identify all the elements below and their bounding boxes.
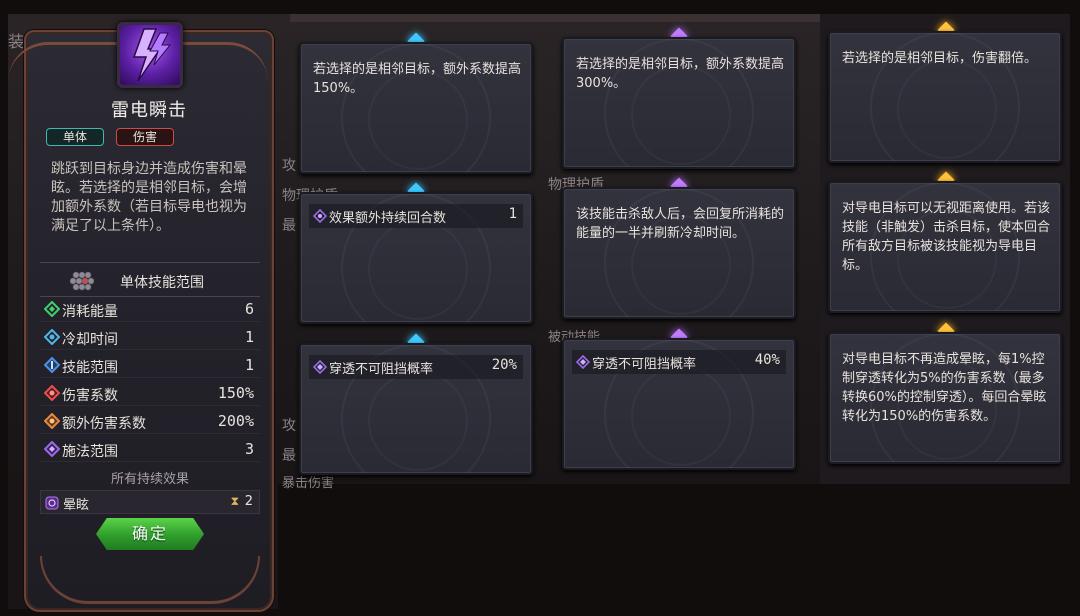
- stat-row-energy-cost: 消耗能量 6: [40, 298, 260, 322]
- skill-range-label: 单体技能范围: [120, 275, 204, 291]
- talent-card[interactable]: 穿透不可阻挡概率 20%: [299, 343, 533, 475]
- stat-label: 伤害系数: [62, 388, 118, 404]
- stat-row-cast-range: 施法范围 3: [40, 438, 260, 462]
- cast-range-icon: [43, 440, 61, 458]
- effect-turns: 2: [244, 494, 253, 509]
- panel-bottom-ornament: [40, 556, 260, 604]
- stun-icon: [45, 495, 59, 510]
- stat-row-skill-range: 技能范围 1: [40, 354, 260, 378]
- skill-description: 跳跃到目标身边并造成伤害和晕眩。若选择的是相邻目标，会增加额外系数（若目标导电也…: [51, 161, 247, 234]
- section-divider: [40, 262, 260, 263]
- damage-coefficient-icon: [43, 384, 61, 402]
- talent-stat-row: 穿透不可阻挡概率 40%: [572, 350, 786, 374]
- effect-row-stun[interactable]: 晕眩 ⧗ 2: [40, 490, 260, 514]
- energy-icon: [43, 300, 61, 318]
- stat-value: 6: [244, 300, 254, 318]
- background-label: 最: [282, 218, 296, 234]
- talent-stat-value: 1: [508, 206, 517, 222]
- talent-stat-label: 穿透不可阻挡概率: [329, 362, 434, 377]
- background-label: 最: [282, 448, 296, 464]
- stat-label: 技能范围: [62, 360, 118, 376]
- talent-stat-icon: [312, 208, 328, 224]
- extra-damage-icon: [43, 412, 61, 430]
- stat-label: 施法范围: [62, 444, 118, 460]
- talent-card[interactable]: 若选择的是相邻目标，伤害翻倍。: [828, 31, 1062, 163]
- talent-card[interactable]: 若选择的是相邻目标，额外系数提高150%。: [299, 42, 533, 174]
- lightning-skill-icon: [117, 22, 183, 88]
- stat-label: 消耗能量: [62, 304, 118, 320]
- hex-grid-icon: [69, 270, 95, 292]
- background-decor: [290, 14, 820, 22]
- talent-description: 若选择的是相邻目标，伤害翻倍。: [842, 51, 1038, 66]
- talent-description: 若选择的是相邻目标，额外系数提高150%。: [313, 62, 522, 96]
- skill-range-row: 单体技能范围: [69, 270, 250, 292]
- background-label: 攻: [282, 158, 296, 174]
- stat-label: 额外伤害系数: [62, 416, 146, 432]
- talent-card[interactable]: 效果额外持续回合数 1: [299, 192, 533, 324]
- confirm-button[interactable]: 确定: [96, 518, 204, 550]
- talent-card[interactable]: 若选择的是相邻目标，额外系数提高300%。: [562, 37, 796, 169]
- all-effects-title: 所有持续效果: [110, 472, 189, 487]
- stat-value: 200%: [217, 412, 254, 430]
- talent-description: 对导电目标不再造成晕眩，每1%控制穿透转化为5%的伤害系数（最多转换60%的控制…: [842, 352, 1047, 424]
- effect-label: 晕眩: [63, 498, 90, 513]
- talent-stat-value: 40%: [754, 352, 780, 368]
- stat-label: 冷却时间: [62, 332, 118, 348]
- skill-name: 雷电瞬击: [111, 100, 187, 121]
- skill-tag-damage: 伤害: [116, 128, 175, 146]
- stat-value: 1: [244, 328, 254, 346]
- section-divider: [40, 296, 260, 297]
- background-label: 攻: [282, 418, 296, 434]
- talent-stat-icon: [312, 359, 328, 375]
- talent-card[interactable]: 对导电目标可以无视距离使用。若该技能（非触发）击杀目标，使本回合所有敌方目标被该…: [828, 181, 1062, 313]
- stat-row-extra-damage: 额外伤害系数 200%: [40, 410, 260, 434]
- talent-stat-row: 效果额外持续回合数 1: [309, 204, 523, 228]
- talent-description: 对导电目标可以无视距离使用。若该技能（非触发）击杀目标，使本回合所有敌方目标被该…: [842, 201, 1051, 273]
- stat-value: 1: [244, 356, 254, 374]
- hourglass-icon: ⧗: [230, 494, 239, 508]
- talent-card[interactable]: 该技能击杀敌人后，会回复所消耗的能量的一半并刷新冷却时间。: [562, 187, 796, 319]
- cooldown-icon: [43, 328, 61, 346]
- talent-stat-row: 穿透不可阻挡概率 20%: [309, 355, 523, 379]
- talent-stat-icon: [575, 354, 591, 370]
- talent-description: 该技能击杀敌人后，会回复所消耗的能量的一半并刷新冷却时间。: [576, 207, 785, 241]
- stat-value: 150%: [217, 384, 254, 402]
- stat-row-damage-coefficient: 伤害系数 150%: [40, 382, 260, 406]
- talent-stat-value: 20%: [491, 357, 517, 373]
- talent-stat-label: 穿透不可阻挡概率: [592, 357, 697, 372]
- talent-card[interactable]: 穿透不可阻挡概率 40%: [562, 338, 796, 470]
- talent-description: 若选择的是相邻目标，额外系数提高300%。: [576, 57, 785, 91]
- skill-range-icon: [43, 356, 61, 374]
- talent-stat-label: 效果额外持续回合数: [329, 211, 447, 226]
- stat-row-cooldown: 冷却时间 1: [40, 326, 260, 350]
- talent-card[interactable]: 对导电目标不再造成晕眩，每1%控制穿透转化为5%的伤害系数（最多转换60%的控制…: [828, 332, 1062, 464]
- stat-value: 3: [244, 440, 254, 458]
- skill-tag-single-target: 单体: [46, 128, 105, 146]
